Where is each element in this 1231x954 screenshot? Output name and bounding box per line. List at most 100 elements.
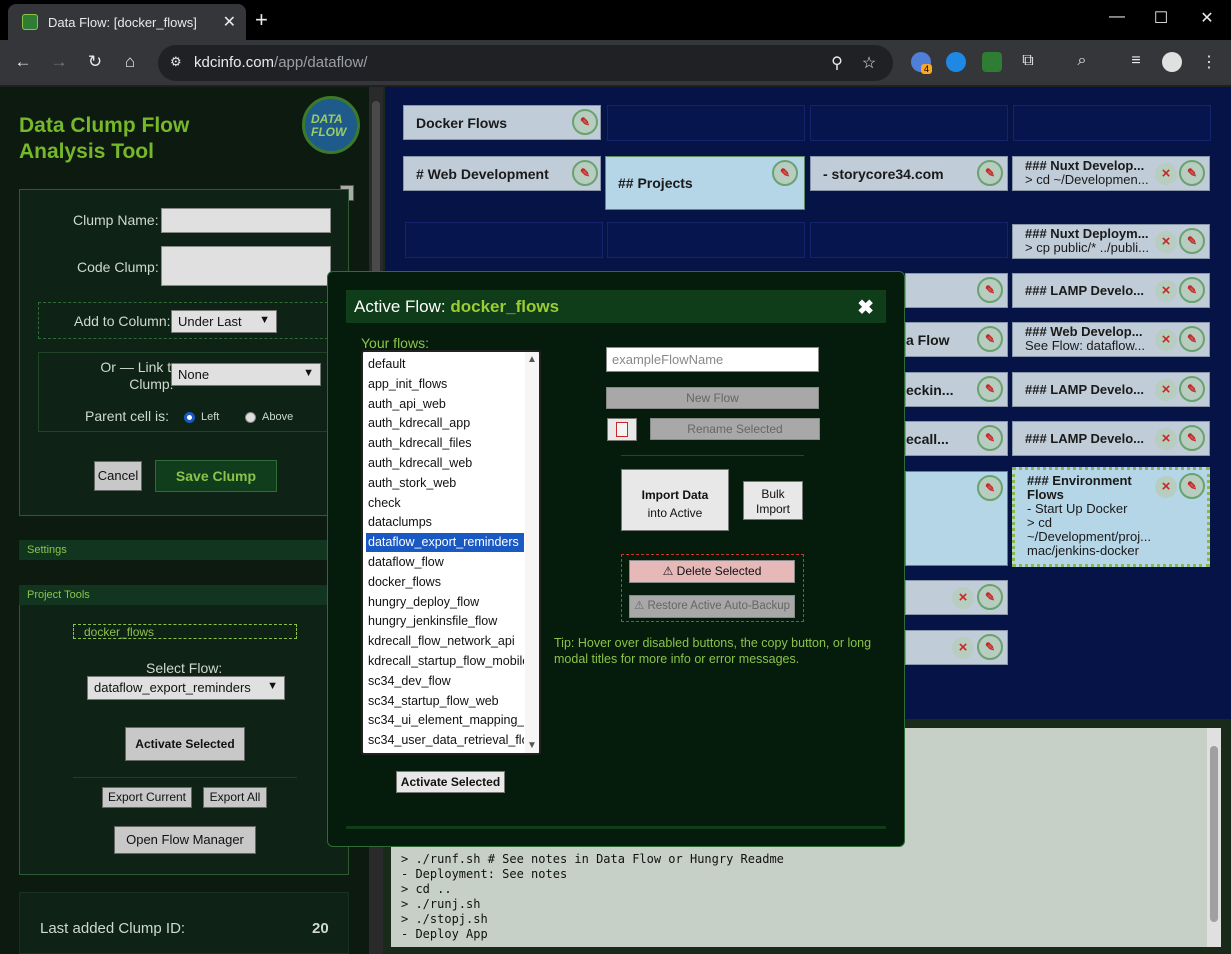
edit-pencil-icon[interactable]: ✎	[1179, 376, 1205, 402]
settings-header[interactable]: Settings	[19, 540, 349, 560]
zoom-icon[interactable]: ⚲	[826, 53, 848, 73]
flow-list-item[interactable]: kdrecall_startup_flow_mobile	[366, 652, 524, 671]
link-to-clump-select[interactable]: None ▼	[171, 363, 321, 386]
node-lamp-3[interactable]: ### LAMP Develo... × ✎	[1012, 421, 1210, 456]
flow-list-item[interactable]: auth_kdrecall_files	[366, 434, 524, 453]
delete-x-icon[interactable]: ×	[1155, 231, 1177, 253]
edit-pencil-icon[interactable]: ✎	[977, 326, 1003, 352]
edit-pencil-icon[interactable]: ✎	[977, 584, 1003, 610]
new-flow-button[interactable]: New Flow	[606, 387, 819, 409]
flow-list-item[interactable]: hungry_deploy_flow	[366, 593, 524, 612]
flow-list-item[interactable]: kdrecall_flow_network_api	[366, 632, 524, 651]
modal-close-icon[interactable]: ✖	[857, 295, 874, 320]
flow-list-item[interactable]: sc34_ui_element_mapping_flow	[366, 711, 524, 730]
grid-cell-empty[interactable]	[607, 105, 805, 141]
delete-x-icon[interactable]: ×	[1155, 163, 1177, 185]
edit-pencil-icon[interactable]: ✎	[977, 425, 1003, 451]
add-to-column-select[interactable]: Under Last ▼	[171, 310, 277, 333]
edit-pencil-icon[interactable]: ✎	[977, 277, 1003, 303]
node-projects[interactable]: ## Projects ✎	[605, 156, 805, 210]
flow-list-item[interactable]: dataflow_flow	[366, 553, 524, 572]
flow-list-item[interactable]: dataclumps	[366, 513, 524, 532]
edit-pencil-icon[interactable]: ✎	[1179, 425, 1205, 451]
edit-pencil-icon[interactable]: ✎	[772, 160, 798, 186]
flow-list-item[interactable]: hungry_jenkinsfile_flow	[366, 612, 524, 631]
grid-cell-empty[interactable]	[405, 222, 603, 258]
flow-list-item[interactable]: docker_flows	[366, 573, 524, 592]
extension-sync-icon[interactable]	[946, 52, 966, 72]
maximize-icon[interactable]: ☐	[1146, 8, 1176, 28]
edit-pencil-icon[interactable]: ✎	[1179, 277, 1205, 303]
tab-close-icon[interactable]: ✕	[223, 12, 236, 32]
new-flow-name-input[interactable]: exampleFlowName	[606, 347, 819, 372]
code-clump-input[interactable]	[161, 246, 331, 286]
flow-list-scrollbar[interactable]: ▲ ▼	[525, 352, 539, 753]
activate-selected-button[interactable]: Activate Selected	[125, 727, 245, 761]
restore-backup-button[interactable]: ⚠ Restore Active Auto-Backup	[629, 595, 795, 618]
node-ecall[interactable]: ecall... ✎	[905, 421, 1008, 456]
rename-selected-button[interactable]: Rename Selected	[650, 418, 820, 440]
site-info-icon[interactable]: ⚙	[170, 54, 182, 70]
edit-pencil-icon[interactable]: ✎	[1179, 160, 1205, 186]
edit-pencil-icon[interactable]: ✎	[1179, 473, 1205, 499]
grid-cell-empty[interactable]	[810, 222, 1008, 258]
delete-selected-button[interactable]: ⚠ Delete Selected	[629, 560, 795, 583]
edit-pencil-icon[interactable]: ✎	[1179, 228, 1205, 254]
flow-list-item[interactable]: sc34_user_data_retrieval_flow	[366, 731, 524, 750]
scroll-up-icon[interactable]: ▲	[527, 354, 537, 365]
edit-pencil-icon[interactable]: ✎	[1179, 326, 1205, 352]
edit-pencil-icon[interactable]: ✎	[977, 376, 1003, 402]
node-partial-9[interactable]: × ✎	[905, 580, 1008, 615]
extension-green-icon[interactable]	[982, 52, 1002, 72]
node-web-develop[interactable]: ### Web Develop... See Flow: dataflow...…	[1012, 322, 1210, 357]
export-all-button[interactable]: Export All	[203, 787, 267, 808]
tab-search-icon[interactable]: ⌕	[1071, 52, 1093, 70]
bookmark-star-icon[interactable]: ☆	[858, 53, 880, 73]
address-bar[interactable]: ⚙ kdcinfo.com/app/dataflow/ ⚲ ☆	[158, 45, 893, 81]
node-eckin[interactable]: eckin... ✎	[905, 372, 1008, 407]
open-flow-manager-button[interactable]: Open Flow Manager	[114, 826, 256, 854]
node-docker-flows[interactable]: Docker Flows ✎	[403, 105, 601, 140]
node-web-development[interactable]: # Web Development ✎	[403, 156, 601, 191]
scroll-down-icon[interactable]: ▼	[527, 740, 537, 751]
edit-pencil-icon[interactable]: ✎	[572, 109, 598, 135]
minimize-icon[interactable]: —	[1102, 8, 1132, 26]
parent-left-radio[interactable]	[184, 412, 195, 423]
flow-list-item[interactable]: sc34_startup_flow_web	[366, 692, 524, 711]
edit-pencil-icon[interactable]: ✎	[572, 160, 598, 186]
profile-avatar[interactable]	[1162, 52, 1182, 72]
flow-list-item[interactable]: auth_stork_web	[366, 474, 524, 493]
extensions-puzzle-icon[interactable]: ⧉	[1017, 52, 1039, 70]
new-tab-icon[interactable]: +	[255, 7, 268, 33]
node-active-partial[interactable]: ✎	[905, 471, 1008, 566]
bulk-import-button[interactable]: Bulk Import	[743, 481, 803, 520]
node-a-flow[interactable]: a Flow ✎	[905, 322, 1008, 357]
delete-x-icon[interactable]: ×	[1155, 280, 1177, 302]
forward-icon[interactable]: →	[47, 52, 71, 72]
grid-cell-empty[interactable]	[810, 105, 1008, 141]
save-clump-button[interactable]: Save Clump	[155, 460, 277, 492]
node-environment-flows[interactable]: ### Environment Flows - Start Up Docker …	[1012, 467, 1210, 567]
flow-list-item[interactable]: default	[366, 355, 524, 374]
delete-x-icon[interactable]: ×	[952, 637, 974, 659]
grid-cell-empty[interactable]	[1013, 105, 1211, 141]
delete-x-icon[interactable]: ×	[1155, 428, 1177, 450]
browser-menu-icon[interactable]: ⋮	[1198, 52, 1220, 72]
back-icon[interactable]: ←	[11, 52, 35, 72]
edit-pencil-icon[interactable]: ✎	[977, 475, 1003, 501]
flow-list[interactable]: ▲ ▼ default app_init_flows auth_api_web aut…	[361, 350, 541, 755]
window-close-icon[interactable]: ✕	[1192, 8, 1222, 28]
node-nuxt-develop[interactable]: ### Nuxt Develop... > cd ~/Developmen...…	[1012, 156, 1210, 191]
flow-list-item[interactable]: auth_kdrecall_app	[366, 414, 524, 433]
flow-list-item[interactable]: check	[366, 494, 524, 513]
flow-list-item[interactable]: auth_api_web	[366, 395, 524, 414]
node-lamp-1[interactable]: ### LAMP Develo... × ✎	[1012, 273, 1210, 308]
flow-list-item[interactable]: auth_kdrecall_web	[366, 454, 524, 473]
flow-list-item[interactable]: dataflow_export_reminders	[366, 533, 524, 553]
node-partial[interactable]: ✎	[905, 273, 1008, 308]
copy-clipboard-button[interactable]	[607, 418, 637, 441]
node-partial-10[interactable]: × ✎	[905, 630, 1008, 665]
project-tools-header[interactable]: Project Tools	[19, 585, 349, 605]
code-scrollbar[interactable]	[1207, 728, 1221, 947]
modal-activate-selected-button[interactable]: Activate Selected	[396, 771, 505, 793]
